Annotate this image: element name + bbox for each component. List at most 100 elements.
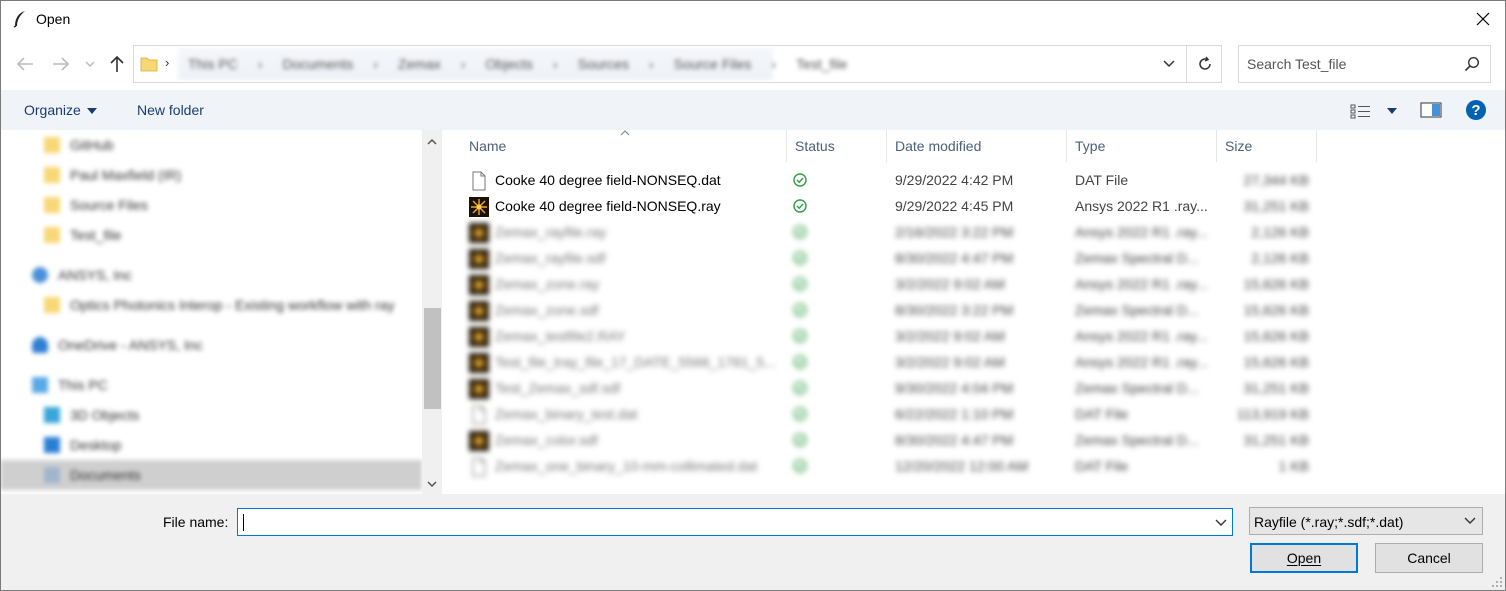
- new-folder-button[interactable]: New folder: [137, 102, 204, 118]
- breadcrumb-item[interactable]: Zemax: [398, 56, 441, 72]
- file-row[interactable]: Zemax_color.sdf 8/30/2022 4:47 PM Zemax Sp…: [444, 428, 1506, 454]
- nav-item[interactable]: Paul Maxfield (IR): [44, 160, 181, 190]
- status-synced-icon: [793, 277, 807, 291]
- recent-locations-button[interactable]: [80, 52, 100, 76]
- column-header-date[interactable]: Date modified: [887, 130, 1067, 162]
- ray-file-icon: [469, 197, 489, 217]
- breadcrumb-item[interactable]: Objects: [485, 56, 532, 72]
- file-name-combobox[interactable]: [237, 508, 1233, 536]
- arrow-right-icon: [53, 57, 70, 71]
- forward-button[interactable]: [49, 52, 73, 76]
- folder-icon: [44, 137, 60, 153]
- refresh-button[interactable]: [1186, 46, 1222, 82]
- resize-grip-icon[interactable]: [1491, 576, 1503, 588]
- breadcrumb-item[interactable]: Test_file: [796, 56, 847, 72]
- file-name[interactable]: Zemax_zone.sdf: [495, 302, 780, 318]
- file-name[interactable]: Test_file_tray_file_17_DATE_5566_1781_5.…: [495, 354, 780, 370]
- up-button[interactable]: [105, 52, 129, 76]
- scrollbar-thumb[interactable]: [424, 308, 441, 409]
- file-name[interactable]: Zemax_color.sdf: [495, 432, 780, 448]
- file-row[interactable]: Zemax_zone.ray 3/2/2022 9:02 AM Ansys 2022…: [444, 272, 1506, 298]
- back-button[interactable]: [13, 52, 37, 76]
- file-name[interactable]: Cooke 40 degree field-NONSEQ.ray: [495, 198, 780, 214]
- file-size: 113,919 KB: [1236, 406, 1309, 422]
- file-date: 9/29/2022 4:45 PM: [895, 198, 1014, 214]
- title-bar: Open: [0, 0, 1506, 38]
- nav-item-selected[interactable]: Documents: [0, 460, 422, 490]
- search-input[interactable]: [1247, 54, 1447, 74]
- file-row[interactable]: Zemax_rayfile.ray 2/16/2022 3:22 PM Ansys …: [444, 220, 1506, 246]
- breadcrumb-item[interactable]: This PC: [188, 56, 238, 72]
- file-type: Zemax Spectral D...: [1075, 432, 1199, 448]
- file-name[interactable]: Zemax_rayfile.ray: [495, 224, 780, 240]
- nav-item[interactable]: Test_file: [44, 220, 121, 250]
- organize-menu-button[interactable]: Organize: [24, 102, 97, 118]
- search-icon[interactable]: [1464, 56, 1480, 72]
- change-view-button[interactable]: [1350, 100, 1400, 122]
- file-name[interactable]: Zemax_binary_test.dat: [495, 406, 780, 422]
- cancel-button[interactable]: Cancel: [1375, 543, 1483, 573]
- file-type: Ansys 2022 R1 .ray...: [1075, 354, 1208, 370]
- scroll-up-button[interactable]: [422, 132, 442, 152]
- chevron-down-icon[interactable]: [1214, 514, 1228, 530]
- file-row[interactable]: Zemax_binary_test.dat 6/22/2022 1:10 PM DA…: [444, 402, 1506, 428]
- file-name[interactable]: Zemax_one_binary_10-mm-collimated.dat: [495, 458, 780, 474]
- file-size: 31,251 KB: [1243, 432, 1309, 448]
- file-name[interactable]: Zemax_zone.ray: [495, 276, 780, 292]
- breadcrumb-item[interactable]: Source Files: [674, 56, 752, 72]
- address-bar[interactable]: › This PC › Documents › Zemax › Objects › So…: [133, 45, 1222, 83]
- file-name[interactable]: Cooke 40 degree field-NONSEQ.dat: [495, 172, 780, 188]
- file-row[interactable]: Test_file_tray_file_17_DATE_5566_1781_5.…: [444, 350, 1506, 376]
- navigation-scrollbar[interactable]: [422, 130, 442, 494]
- column-header-status[interactable]: Status: [787, 130, 887, 162]
- file-name[interactable]: Test_Zemax_sdf.sdf: [495, 380, 780, 396]
- file-size: 15,626 KB: [1243, 328, 1309, 344]
- file-row[interactable]: Zemax_rayfile.sdf 8/30/2022 4:47 PM Zemax …: [444, 246, 1506, 272]
- nav-item[interactable]: GitHub: [44, 130, 114, 160]
- file-row[interactable]: Cooke 40 degree field-NONSEQ.ray 9/29/202…: [444, 194, 1506, 220]
- column-header-name[interactable]: Name: [444, 130, 787, 162]
- column-header-type[interactable]: Type: [1067, 130, 1217, 162]
- nav-item[interactable]: 3D Objects: [44, 400, 139, 430]
- window-title: Open: [36, 11, 71, 27]
- status-synced-icon: [793, 173, 807, 187]
- nav-item[interactable]: Desktop: [44, 430, 121, 460]
- file-row[interactable]: Zemax_testfile2.RAY 3/2/2022 9:02 AM Ansys…: [444, 324, 1506, 350]
- preview-pane-icon[interactable]: [1419, 101, 1443, 119]
- file-row[interactable]: Test_Zemax_sdf.sdf 9/30/2022 4:04 PM Zemax…: [444, 376, 1506, 402]
- organize-label: Organize: [24, 102, 81, 118]
- file-type-filter[interactable]: Rayfile (*.ray;*.sdf;*.dat): [1249, 507, 1483, 535]
- search-box[interactable]: [1238, 45, 1491, 83]
- feather-icon: [13, 11, 25, 28]
- file-name[interactable]: Zemax_testfile2.RAY: [495, 328, 780, 344]
- address-dropdown-button[interactable]: [1151, 46, 1187, 82]
- open-button[interactable]: Open: [1250, 543, 1358, 573]
- cloud-icon: [32, 337, 48, 353]
- breadcrumb-item[interactable]: Sources: [578, 56, 629, 72]
- file-name[interactable]: Zemax_rayfile.sdf: [495, 250, 780, 266]
- file-row[interactable]: Zemax_zone.sdf 8/30/2022 3:22 PM Zemax Spe…: [444, 298, 1506, 324]
- breadcrumb-item[interactable]: Documents: [282, 56, 353, 72]
- scroll-down-button[interactable]: [422, 474, 442, 494]
- column-header-size[interactable]: Size: [1217, 130, 1317, 162]
- help-icon[interactable]: ?: [1465, 99, 1487, 121]
- file-type: Zemax Spectral D...: [1075, 380, 1199, 396]
- command-bar: Organize New folder ?: [0, 90, 1506, 130]
- file-row[interactable]: Zemax_one_binary_10-mm-collimated.dat 12/…: [444, 454, 1506, 480]
- nav-item[interactable]: This PC: [32, 370, 108, 400]
- nav-item[interactable]: Source Files: [44, 190, 148, 220]
- breadcrumb[interactable]: This PC › Documents › Zemax › Objects › Sour…: [178, 48, 847, 80]
- nav-item[interactable]: Optics Photonics Interop - Existing work…: [44, 290, 394, 320]
- svg-text:?: ?: [1471, 102, 1480, 119]
- nav-item[interactable]: OneDrive - ANSYS, Inc: [32, 330, 203, 360]
- file-row[interactable]: Cooke 40 degree field-NONSEQ.dat 9/29/202…: [444, 168, 1506, 194]
- nav-item[interactable]: ANSYS, Inc: [32, 260, 132, 290]
- cube-icon: [44, 407, 60, 423]
- file-size: 31,251 KB: [1243, 380, 1309, 396]
- arrow-left-icon: [16, 57, 33, 71]
- close-button[interactable]: [1460, 0, 1506, 38]
- file-date: 6/22/2022 1:10 PM: [895, 406, 1014, 422]
- status-synced-icon: [793, 381, 807, 395]
- file-date: 9/30/2022 4:04 PM: [895, 380, 1014, 396]
- file-date: 3/2/2022 9:02 AM: [895, 354, 1005, 370]
